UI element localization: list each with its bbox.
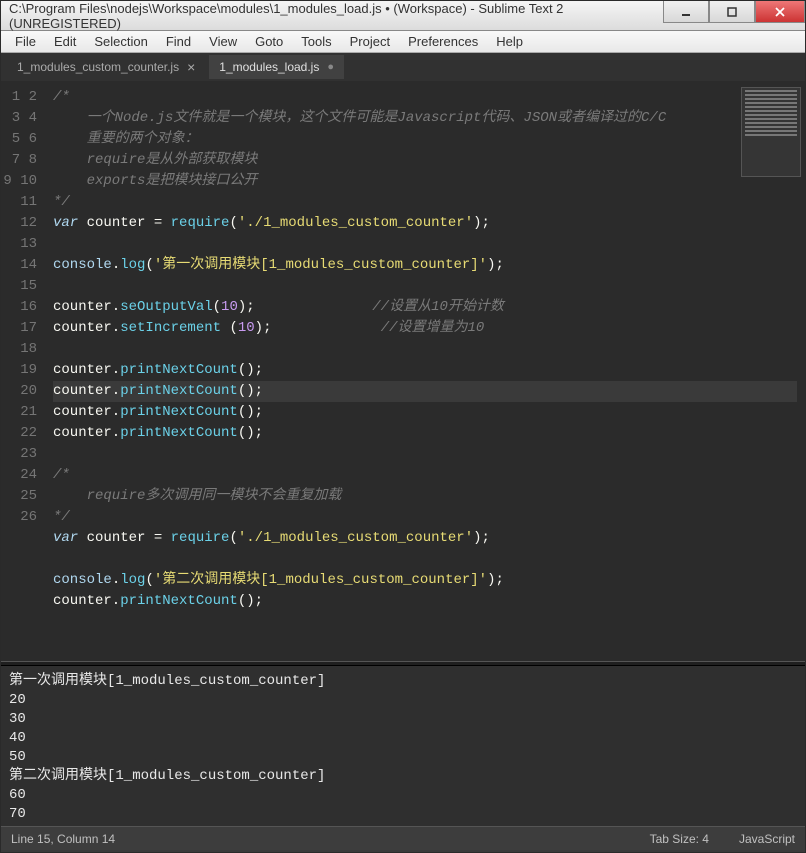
status-syntax[interactable]: JavaScript — [739, 832, 795, 846]
window-controls — [663, 1, 805, 30]
close-icon — [774, 6, 786, 18]
close-button[interactable] — [755, 1, 805, 23]
menu-bar: File Edit Selection Find View Goto Tools… — [1, 31, 805, 53]
editor[interactable]: 1 2 3 4 5 6 7 8 9 10 11 12 13 14 15 16 1… — [1, 81, 805, 661]
maximize-button[interactable] — [709, 1, 755, 23]
tab-label: 1_modules_custom_counter.js — [17, 60, 179, 74]
menu-help[interactable]: Help — [488, 32, 531, 51]
code-area[interactable]: /* 一个Node.js文件就是一个模块，这个文件可能是Javascript代码… — [45, 81, 805, 661]
menu-project[interactable]: Project — [342, 32, 398, 51]
menu-goto[interactable]: Goto — [247, 32, 291, 51]
menu-find[interactable]: Find — [158, 32, 199, 51]
menu-selection[interactable]: Selection — [86, 32, 155, 51]
tab-label: 1_modules_load.js — [219, 60, 319, 74]
line-gutter: 1 2 3 4 5 6 7 8 9 10 11 12 13 14 15 16 1… — [1, 81, 45, 661]
menu-tools[interactable]: Tools — [293, 32, 339, 51]
menu-edit[interactable]: Edit — [46, 32, 84, 51]
tab-close-icon[interactable]: × — [187, 59, 195, 75]
build-output[interactable]: 第一次调用模块[1_modules_custom_counter] 20 30 … — [1, 666, 805, 826]
status-position[interactable]: Line 15, Column 14 — [11, 832, 115, 846]
minimap[interactable] — [741, 87, 801, 177]
tab-2[interactable]: 1_modules_load.js ● — [209, 55, 344, 79]
tab-1[interactable]: 1_modules_custom_counter.js × — [7, 55, 205, 79]
window-titlebar: C:\Program Files\nodejs\Workspace\module… — [1, 1, 805, 31]
status-bar: Line 15, Column 14 Tab Size: 4 JavaScrip… — [1, 826, 805, 850]
menu-view[interactable]: View — [201, 32, 245, 51]
tab-bar: 1_modules_custom_counter.js × 1_modules_… — [1, 53, 805, 81]
maximize-icon — [726, 6, 738, 18]
minimize-icon — [680, 6, 692, 18]
minimize-button[interactable] — [663, 1, 709, 23]
window-title: C:\Program Files\nodejs\Workspace\module… — [9, 1, 663, 31]
tab-dirty-icon: ● — [327, 61, 334, 73]
status-tabsize[interactable]: Tab Size: 4 — [650, 832, 709, 846]
menu-preferences[interactable]: Preferences — [400, 32, 486, 51]
menu-file[interactable]: File — [7, 32, 44, 51]
